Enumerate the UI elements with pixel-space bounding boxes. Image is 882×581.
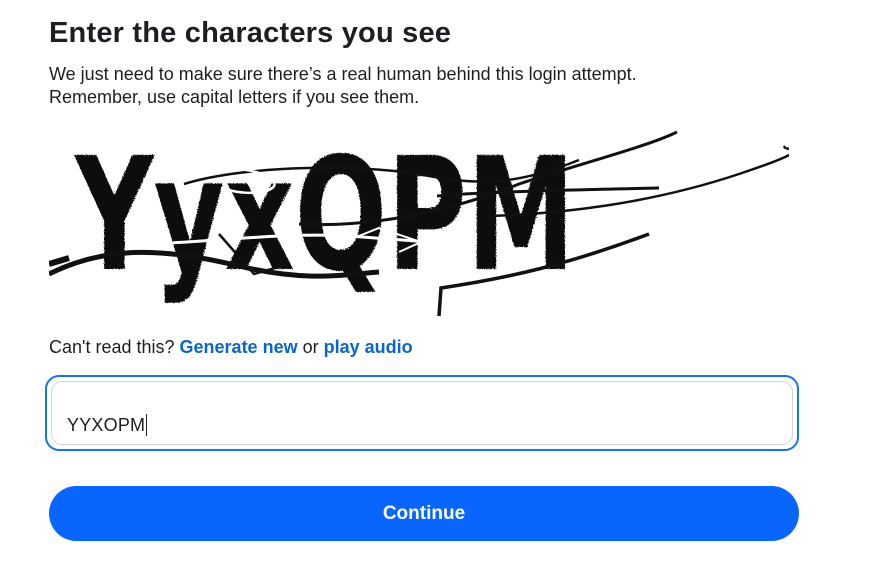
page-title: Enter the characters you see — [49, 17, 452, 49]
description-line-2: Remember, use capital letters if you see… — [49, 87, 420, 107]
captcha-image: YyxQPM — [49, 124, 789, 317]
page-description: We just need to make sure there’s a real… — [49, 63, 809, 109]
captcha-help-row: Can't read this? Generate new or play au… — [49, 335, 413, 359]
captcha-input-inner — [51, 381, 793, 445]
captcha-input-text: YYXOPM — [67, 415, 146, 435]
or-text: or — [302, 337, 319, 357]
generate-new-link[interactable]: Generate new — [180, 337, 298, 357]
captcha-input-value[interactable]: YYXOPM — [67, 414, 148, 436]
play-audio-link[interactable]: play audio — [324, 337, 413, 357]
captcha-input-field[interactable]: YYXOPM — [45, 375, 799, 451]
captcha-page: Enter the characters you see We just nee… — [0, 0, 882, 581]
cant-read-text: Can't read this? — [49, 337, 175, 357]
text-caret — [146, 414, 148, 436]
description-line-1: We just need to make sure there’s a real… — [49, 64, 637, 84]
continue-button[interactable]: Continue — [49, 486, 799, 541]
